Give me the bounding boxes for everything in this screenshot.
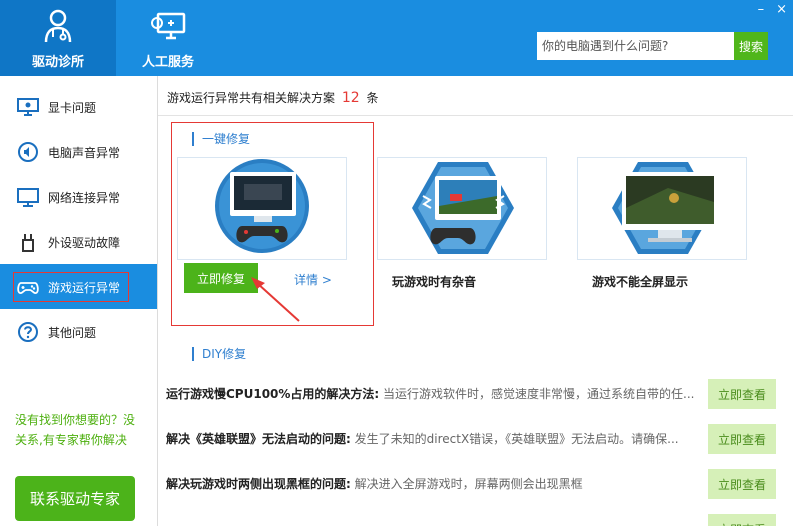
game-noise-illustration [412, 162, 514, 254]
close-button[interactable]: × [776, 2, 787, 17]
card-title: 游戏不能全屏显示 [592, 275, 689, 289]
support-monitor-icon [151, 12, 186, 40]
app-window: 驱动诊所 人工服务 – × 你的电脑遇到什么问题? 搜索 显卡问题 电脑声音异常… [0, 0, 793, 526]
card-title: 玩游戏时有杂音 [392, 275, 477, 289]
sidebar-item-network[interactable]: 网络连接异常 [0, 174, 157, 219]
window-controls: – × [758, 2, 787, 17]
solution-desc: 发生了未知的directX错误，《英雄联盟》无法启动。请确保... [354, 432, 679, 446]
solution-desc: 解决进入全屏游戏时，屏幕两侧会出现黑框 [354, 477, 583, 491]
tab-driver-clinic[interactable]: 驱动诊所 [0, 0, 116, 76]
usb-plug-icon [22, 234, 34, 252]
top-bar: 驱动诊所 人工服务 – × 你的电脑遇到什么问题? 搜索 [0, 0, 793, 76]
contact-expert-button[interactable]: 联系驱动专家 [15, 476, 135, 521]
summary-prefix: 游戏运行异常共有相关解决方案 [167, 91, 336, 105]
game-fullscreen-illustration [612, 162, 718, 254]
sidebar-item-label: 其他问题 [48, 326, 97, 340]
sidebar-item-sound[interactable]: 电脑声音异常 [0, 129, 157, 174]
sidebar-item-label: 外设驱动故障 [48, 236, 121, 250]
minimize-button[interactable]: – [758, 2, 765, 17]
solution-title: 运行游戏慢CPU100%占用的解决方法: [166, 387, 380, 401]
search-button[interactable]: 搜索 [734, 32, 768, 60]
pointer-arrow-icon [251, 277, 300, 322]
summary-suffix: 条 [366, 91, 379, 105]
summary-count: 12 [341, 90, 360, 106]
sidebar-item-label: 电脑声音异常 [48, 146, 121, 160]
tab-label: 驱动诊所 [31, 55, 84, 70]
view-now-button[interactable]: 立即查看 [708, 514, 776, 526]
results-summary: 游戏运行异常共有相关解决方案 12 条 [167, 89, 379, 106]
solution-row[interactable]: 运行游戏慢CPU100%占用的解决方法: 当运行游戏软件时，感觉速度非常慢，通过… [166, 383, 706, 405]
sidebar: 显卡问题 电脑声音异常 网络连接异常 外设驱动故障 游戏运行异常 其他问题 没有… [0, 76, 158, 526]
sidebar-item-label: 游戏运行异常 [48, 281, 121, 295]
fix-card-game-fullscreen[interactable] [577, 157, 747, 260]
sidebar-item-peripheral[interactable]: 外设驱动故障 [0, 219, 157, 264]
question-icon [18, 322, 38, 342]
sidebar-item-label: 显卡问题 [48, 101, 97, 115]
view-now-button[interactable]: 立即查看 [708, 379, 776, 409]
solution-row[interactable]: 解决玩游戏时两侧出现黑框的问题: 解决进入全屏游戏时，屏幕两侧会出现黑框 [166, 473, 706, 495]
view-now-button[interactable]: 立即查看 [708, 469, 776, 499]
stethoscope-icon [44, 9, 72, 43]
search-input[interactable]: 你的电脑遇到什么问题? [537, 32, 734, 60]
solution-title: 解决玩游戏时两侧出现黑框的问题: [166, 477, 351, 491]
divider [158, 115, 793, 116]
tab-label: 人工服务 [141, 55, 194, 70]
sidebar-item-game[interactable]: 游戏运行异常 [0, 264, 157, 309]
speaker-icon [18, 142, 38, 162]
sidebar-item-other[interactable]: 其他问题 [0, 309, 157, 354]
monitor-network-icon [17, 188, 39, 207]
tab-manual-service[interactable]: 人工服务 [110, 0, 226, 76]
sidebar-item-label: 网络连接异常 [48, 191, 121, 205]
solution-title: 解决《英雄联盟》无法启动的问题: [166, 432, 351, 446]
solution-row[interactable]: 解决《英雄联盟》无法启动的问题: 发生了未知的directX错误，《英雄联盟》无… [166, 428, 706, 450]
help-text: 没有找到你想要的？没关系,有专家帮你解决 [15, 413, 136, 447]
solution-desc: 当运行游戏软件时，感觉速度非常慢，通过系统自带的任... [383, 387, 695, 401]
sidebar-item-display-card[interactable]: 显卡问题 [0, 84, 157, 129]
fix-card-game-noise[interactable] [377, 157, 547, 260]
display-card-icon [17, 98, 39, 116]
section-diy: DIY修复 [192, 347, 246, 361]
gamepad-icon [17, 282, 39, 295]
view-now-button[interactable]: 立即查看 [708, 424, 776, 454]
